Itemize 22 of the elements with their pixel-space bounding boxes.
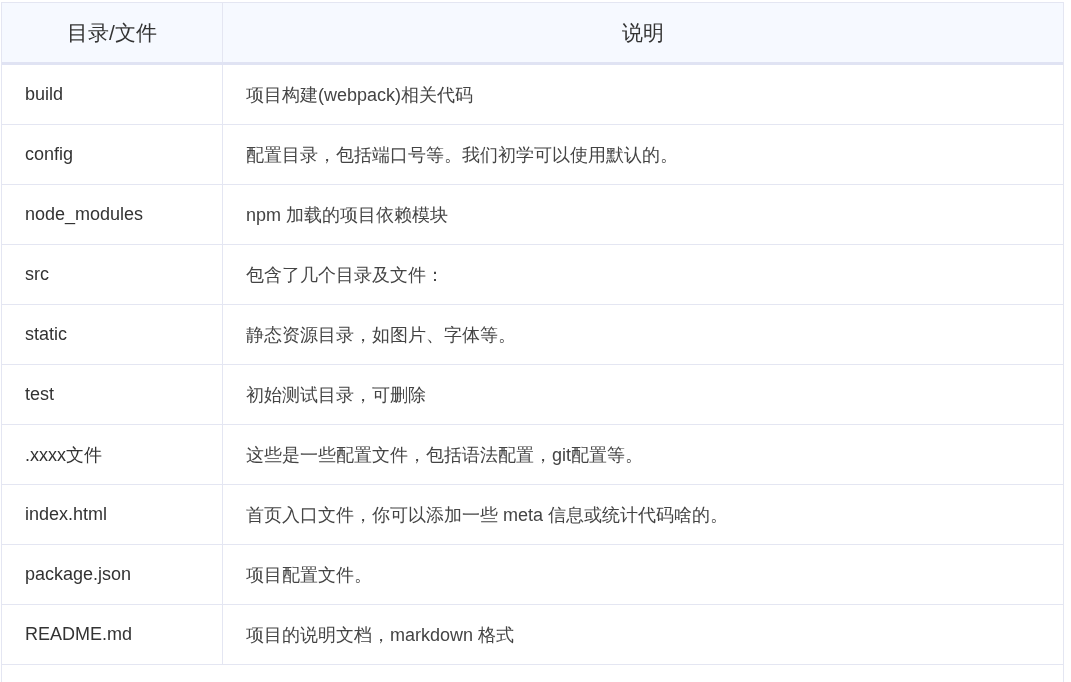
table-cell-text: src — [24, 263, 50, 286]
table-cell-text: node_modules — [24, 203, 145, 227]
table-cell-text: static — [24, 323, 68, 346]
table-cell: 首页入口文件，你可以添加一些 meta 信息或统计代码啥的。 — [222, 485, 1063, 544]
table-cell-text: test — [24, 383, 55, 406]
table-cell: npm 加载的项目依赖模块 — [222, 185, 1063, 244]
table-cell-text: .xxxx文件 — [24, 443, 103, 467]
column-header: 说明 — [222, 3, 1063, 62]
table-cell: 配置目录，包括端口号等。我们初学可以使用默认的。 — [222, 125, 1063, 184]
table-cell: 初始测试目录，可删除 — [222, 365, 1063, 424]
table-cell-text: build — [24, 83, 65, 106]
table-cell: 项目的说明文档，markdown 格式 — [222, 605, 1063, 664]
table-cell-text: README.md — [24, 623, 133, 646]
table-cell: 静态资源目录，如图片、字体等。 — [222, 305, 1063, 364]
table-cell-text: config — [24, 143, 75, 166]
table-cell: 这些是一些配置文件，包括语法配置，git配置等。 — [222, 425, 1063, 484]
table-cell: 项目构建(webpack)相关代码 — [222, 65, 1063, 124]
table-cell: 项目配置文件。 — [222, 545, 1063, 604]
table-cell: 包含了几个目录及文件： — [222, 245, 1063, 304]
column-header: 目录/文件 — [66, 19, 158, 46]
table-cell-text: package.json — [24, 563, 133, 586]
table-cell-text: index.html — [24, 503, 109, 526]
